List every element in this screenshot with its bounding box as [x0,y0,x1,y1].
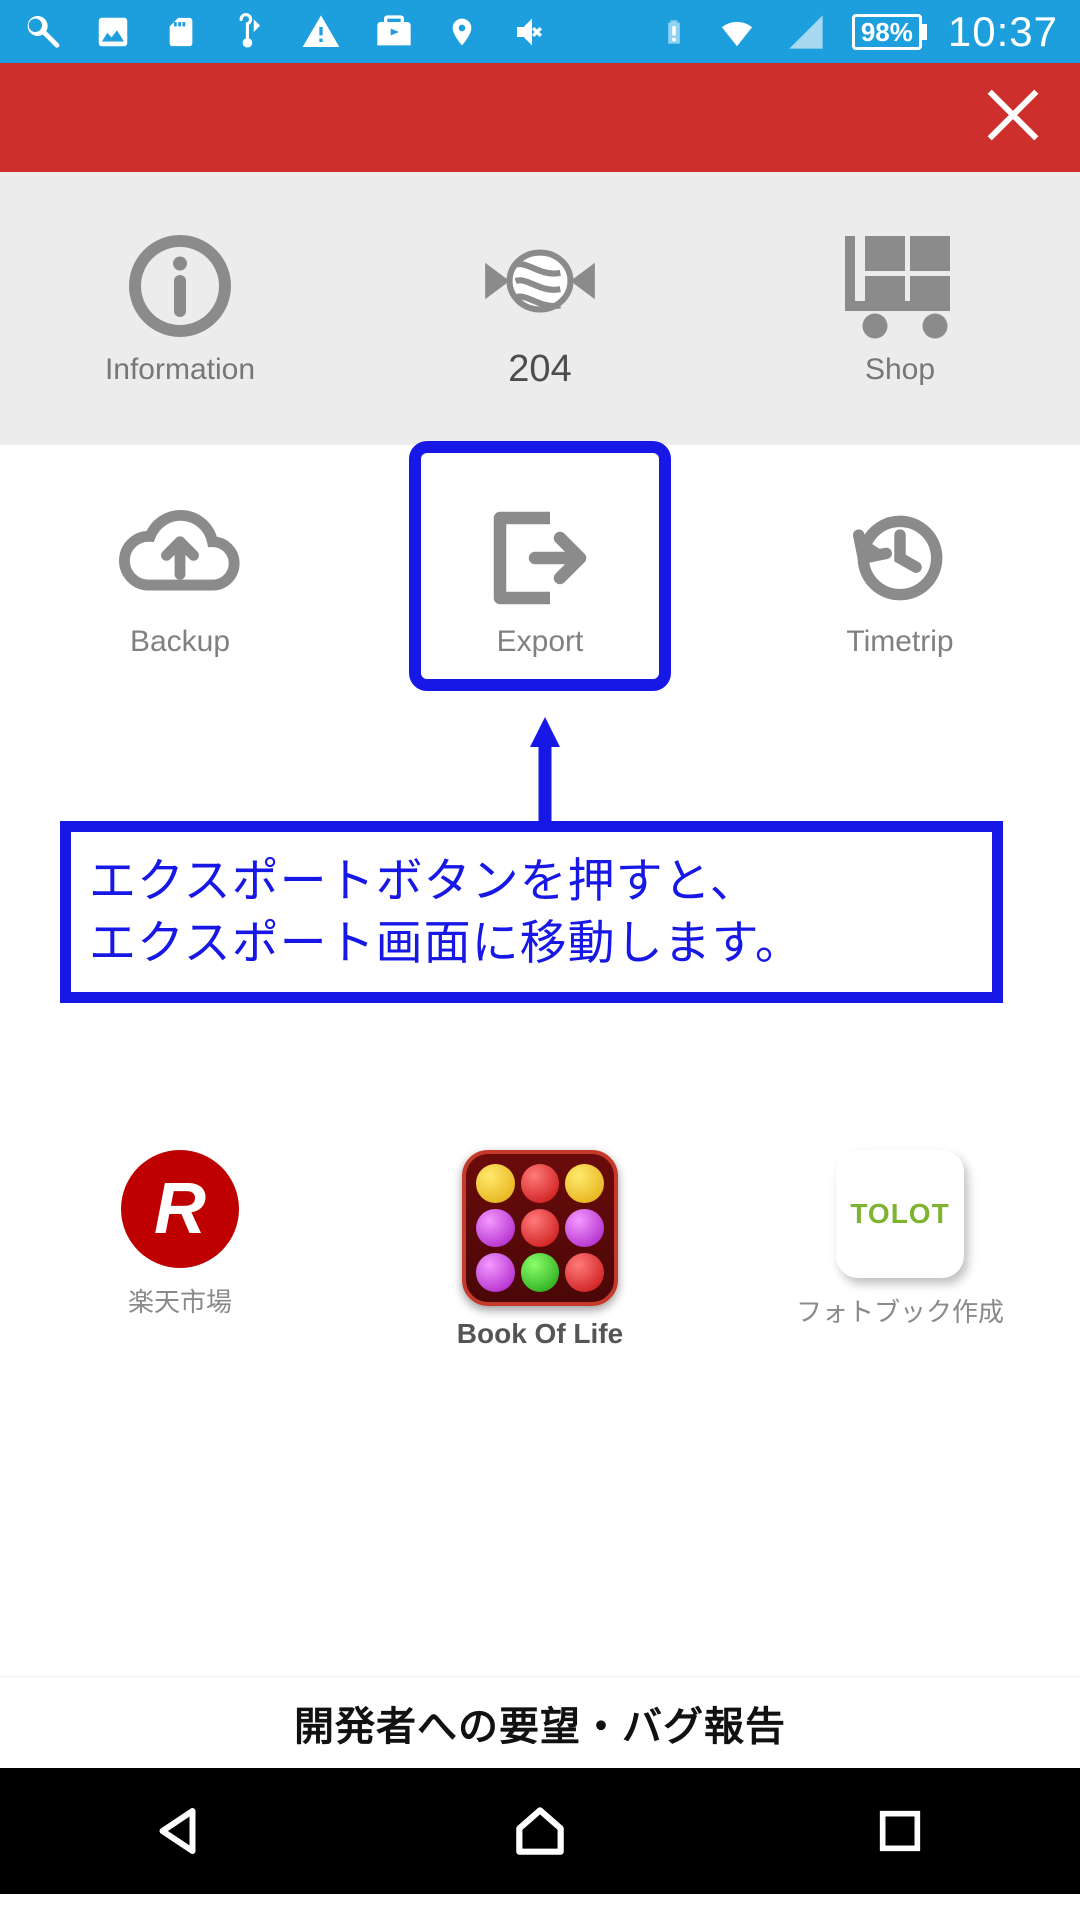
close-icon [978,80,1048,150]
annotation-line1: エクスポートボタンを押すと、 [89,850,974,912]
usb-icon [230,12,268,52]
status-left-icons [22,11,554,53]
shop-label: Shop [865,353,935,387]
utility-menu-row: Backup Export Timetrip [0,445,1080,717]
nav-back-button[interactable] [140,1791,220,1871]
sd-card-icon [164,12,198,52]
information-label: Information [105,353,255,387]
candy-count-button[interactable]: 204 [360,172,720,445]
book-of-life-icon [462,1150,618,1306]
book-of-life-label: Book Of Life [457,1318,623,1350]
promo-row: R 楽天市場 Book Of Life TOLOT フォトブック作成 [0,1140,1080,1444]
android-status-bar: 98% 10:37 [0,0,1080,63]
android-nav-bar [0,1768,1080,1894]
tolot-label: フォトブック作成 [796,1292,1004,1329]
rakuten-label: 楽天市場 [128,1282,232,1319]
status-time: 10:37 [948,8,1058,56]
image-icon [94,13,132,51]
annotation-box: エクスポートボタンを押すと、 エクスポート画面に移動します。 [60,821,1003,1003]
tolot-icon: TOLOT [836,1150,964,1278]
battery-text-icon: 98% [852,14,922,50]
timetrip-label: Timetrip [846,625,953,659]
tolot-promo[interactable]: TOLOT フォトブック作成 [720,1140,1080,1444]
feedback-bar[interactable]: 開発者への要望・バグ報告 [0,1676,1080,1768]
location-icon [446,11,478,53]
close-button[interactable] [978,80,1048,155]
spacer [0,1444,1080,1676]
candy-icon [475,226,605,336]
bottom-clip [0,1894,1080,1907]
app-bar [0,63,1080,172]
nav-home-button[interactable] [500,1791,580,1871]
backup-label: Backup [130,625,230,659]
volume-mute-icon [510,12,554,52]
square-icon [874,1805,926,1857]
annotation-area: エクスポートボタンを押すと、 エクスポート画面に移動します。 [0,717,1080,1040]
home-outline-icon [509,1800,571,1862]
nav-recent-button[interactable] [860,1791,940,1871]
status-right-icons: 98% 10:37 [660,8,1058,56]
play-store-icon [374,12,414,52]
annotation-line2: エクスポート画面に移動します。 [89,912,974,974]
rakuten-promo[interactable]: R 楽天市場 [0,1140,360,1444]
top-menu-row: Information 204 Shop [0,172,1080,445]
information-button[interactable]: Information [0,172,360,445]
candy-count: 204 [508,348,571,391]
export-icon [480,503,600,613]
export-label: Export [497,625,584,659]
info-icon [120,231,240,341]
wrench-icon [22,12,62,52]
warning-icon [300,12,342,52]
annotation-arrow-icon [530,717,560,829]
backup-button[interactable]: Backup [0,445,360,717]
book-of-life-promo[interactable]: Book Of Life [360,1140,720,1444]
history-clock-icon [840,503,960,613]
cloud-upload-icon [115,503,245,613]
wifi-icon [714,13,760,51]
back-triangle-icon [150,1801,210,1861]
shop-button[interactable]: Shop [720,172,1080,445]
timetrip-button[interactable]: Timetrip [720,445,1080,717]
rakuten-icon: R [121,1150,239,1268]
cell-signal-icon [786,12,826,52]
feedback-text: 開発者への要望・バグ報告 [294,1694,786,1752]
low-battery-warning-icon [660,10,688,54]
export-button[interactable]: Export [360,445,720,717]
shop-cart-icon [840,231,960,341]
